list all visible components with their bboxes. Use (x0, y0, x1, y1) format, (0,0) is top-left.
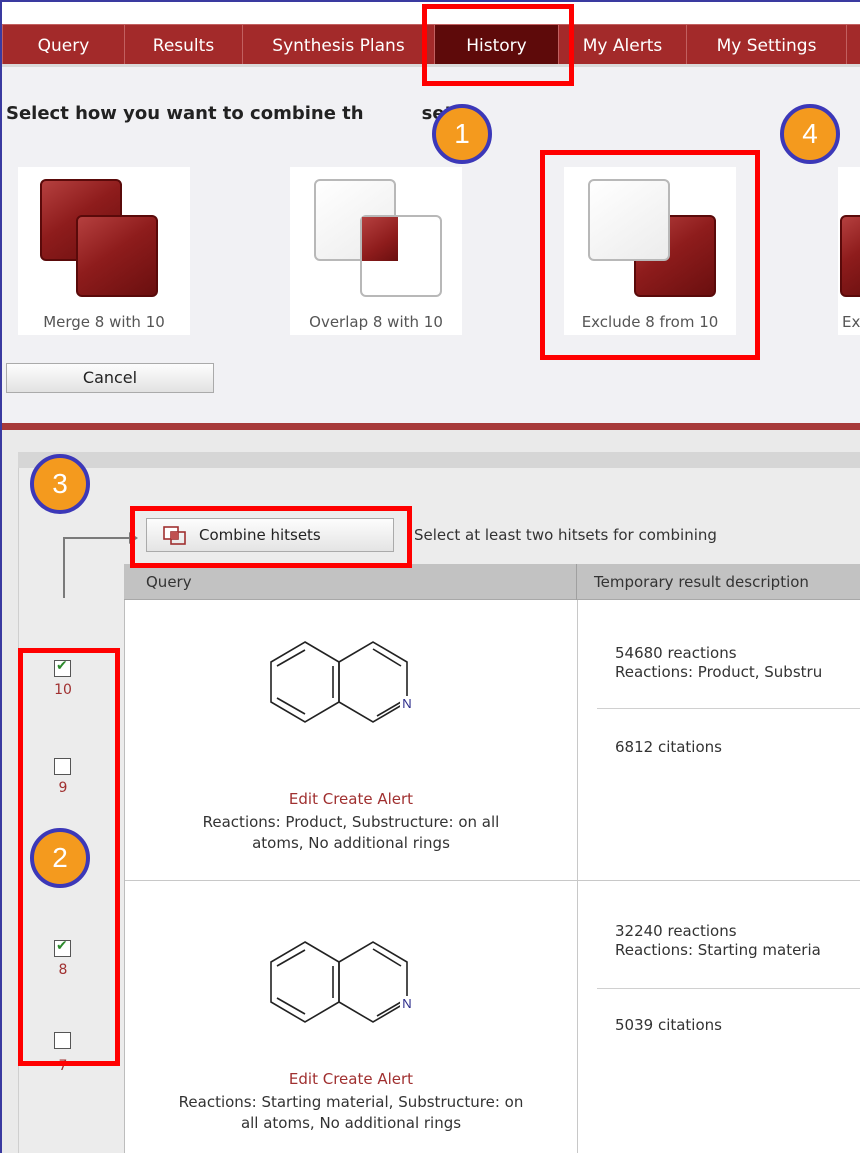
reaction-count[interactable]: 32240 reactions (615, 922, 737, 941)
application-window: Query Results Synthesis Plans History My… (0, 0, 860, 1153)
combine-hint: Select at least two hitsets for combinin… (414, 526, 717, 544)
exclude-reverse-label: Ex (842, 313, 860, 331)
edit-link[interactable]: Edit (289, 790, 318, 808)
history-table: N Edit Create Alert Reactions: Product, … (124, 600, 860, 1153)
citation-count[interactable]: 6812 citations (615, 738, 722, 757)
tab-synthesis-plans[interactable]: Synthesis Plans (242, 24, 434, 64)
cancel-button[interactable]: Cancel (6, 363, 214, 393)
row-divider (125, 880, 860, 881)
combine-title-text: Select how you want to combine th (6, 103, 364, 124)
arrow-line-horizontal (63, 537, 131, 539)
reaction-detail: Reactions: Starting materia (615, 941, 821, 959)
tab-label: Synthesis Plans (272, 36, 405, 56)
nitrogen-atom-label: N (402, 696, 411, 711)
tab-label: My Settings (716, 36, 817, 56)
annotation-badge-1: 1 (432, 104, 492, 164)
column-header-description: Temporary result description (594, 573, 809, 591)
column-divider (576, 564, 577, 600)
merge-label: Merge 8 with 10 (43, 313, 165, 331)
query-description: Reactions: Product, Substructure: on all… (202, 813, 500, 852)
overlap-option[interactable]: Overlap 8 with 10 (290, 167, 462, 335)
history-header-band (18, 452, 860, 468)
reaction-detail: Reactions: Product, Substru (615, 663, 823, 681)
highlight-exclude-option (540, 150, 760, 360)
combine-title: Select how you want to combine thsets (6, 103, 464, 124)
create-alert-link[interactable]: Create Alert (323, 790, 413, 808)
annotation-badge-4: 4 (780, 104, 840, 164)
section-divider (2, 423, 860, 430)
exclude-reverse-option[interactable]: Ex (838, 167, 860, 335)
tab-my-settings[interactable]: My Settings (686, 24, 846, 64)
merge-option[interactable]: Merge 8 with 10 (18, 167, 190, 335)
tab-label: Results (152, 36, 215, 56)
row-actions: Edit Create Alert (125, 1070, 577, 1088)
overlap-intersection (362, 217, 398, 261)
annotation-badge-2: 2 (30, 828, 90, 888)
merge-icon-front (76, 215, 158, 297)
tab-query[interactable]: Query (2, 24, 124, 64)
isoquinoline-structure: N (270, 941, 414, 1023)
create-alert-link[interactable]: Create Alert (323, 1070, 413, 1088)
row-actions: Edit Create Alert (125, 790, 577, 808)
tab-label: My Alerts (582, 36, 663, 56)
edit-link[interactable]: Edit (289, 1070, 318, 1088)
annotation-badge-3: 3 (30, 454, 90, 514)
column-divider (577, 600, 578, 1153)
exclude-reverse-icon (840, 215, 860, 297)
arrow-line-vertical (63, 538, 65, 598)
result-divider (597, 708, 860, 709)
reaction-count[interactable]: 54680 reactions (615, 644, 737, 663)
result-divider (597, 988, 860, 989)
highlight-combine-button (130, 506, 412, 568)
citation-count[interactable]: 5039 citations (615, 1016, 722, 1035)
tab-overflow (846, 24, 860, 64)
isoquinoline-structure: N (270, 641, 414, 723)
highlight-history-tab (422, 4, 574, 86)
nitrogen-atom-label: N (402, 996, 411, 1011)
tab-my-alerts[interactable]: My Alerts (558, 24, 686, 64)
table-header: Query Temporary result description (124, 564, 860, 600)
tab-label: Query (37, 36, 90, 56)
column-header-query: Query (146, 573, 192, 591)
tab-results[interactable]: Results (124, 24, 242, 64)
query-description: Reactions: Starting material, Substructu… (178, 1093, 524, 1132)
overlap-label: Overlap 8 with 10 (309, 313, 443, 331)
